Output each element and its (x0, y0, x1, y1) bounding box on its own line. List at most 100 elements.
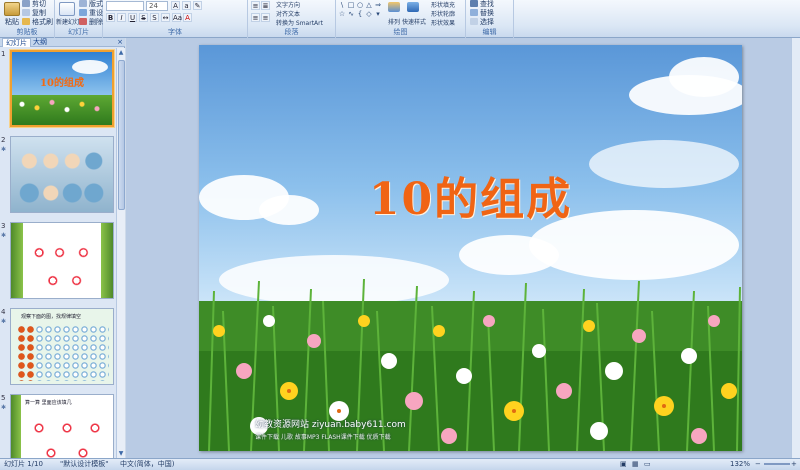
view-normal-icon[interactable]: ▣ (620, 459, 627, 470)
align-text-button[interactable]: 对齐文本 (276, 10, 300, 19)
tab-slides[interactable]: 幻灯片 (2, 38, 31, 47)
strikethrough-icon[interactable]: S (139, 13, 148, 22)
language-indicator[interactable]: 中文(简体，中国) (120, 459, 174, 470)
delete-slide-button[interactable]: 删除 (79, 18, 103, 27)
text-direction-button[interactable]: 文字方向 (276, 1, 300, 10)
zoom-slider[interactable] (764, 463, 790, 465)
thumbnail-row: 4 ✱ 观察下面的图，找规律填空 (0, 306, 116, 386)
replace-button[interactable]: 替换 (470, 9, 494, 18)
align-left-icon[interactable]: ≡ (251, 13, 260, 22)
clear-format-icon[interactable]: ✎ (193, 1, 202, 10)
bold-icon[interactable]: B (106, 13, 115, 22)
find-button[interactable]: 查找 (470, 0, 494, 9)
brace-shape-icon[interactable]: { (356, 10, 364, 18)
thumbnail-row: 2 ✱ (0, 134, 116, 214)
thumbnail-slide-1[interactable]: 10的组成 (10, 50, 114, 127)
italic-icon[interactable]: I (117, 13, 126, 22)
thumbnail-row: 5 ✱ 算一算 里面应该填几 (0, 392, 116, 458)
thumbnail-scrollbar[interactable]: ▲ ▼ (116, 48, 125, 458)
scissors-icon (22, 0, 30, 7)
thumb-number-bonds (27, 413, 107, 458)
close-icon[interactable]: × (117, 38, 123, 47)
rect-shape-icon[interactable]: □ (347, 1, 355, 9)
arrow-shape-icon[interactable]: ⇒ (374, 1, 382, 9)
scroll-down-icon[interactable]: ▼ (117, 449, 125, 458)
thumbnail-list: 1 10的组成 2 ✱ 3 ✱ 4 ✱ 观察下面的图，找规律填空 5 ✱ 算一算… (0, 48, 116, 458)
numbering-icon[interactable]: ≣ (261, 1, 270, 10)
zoom-level[interactable]: 132% (730, 459, 750, 470)
slide-editor: 10的组成 幼教资源网站 ziyuan.baby611.com 课件下载 儿歌 … (126, 38, 800, 458)
zoom-out-icon[interactable]: − (755, 459, 761, 470)
thumbnail-number: 2 (1, 136, 6, 144)
thumb-title: 10的组成 (40, 78, 84, 89)
thumbnail-slide-2[interactable] (10, 136, 114, 213)
animation-star-icon: ✱ (1, 318, 7, 325)
animation-star-icon: ✱ (1, 232, 7, 239)
delete-icon (79, 18, 87, 25)
quick-styles-icon[interactable] (407, 2, 419, 12)
font-color-icon[interactable]: A (183, 13, 192, 22)
copy-icon (22, 9, 30, 16)
slide-canvas[interactable]: 10的组成 幼教资源网站 ziyuan.baby611.com 课件下载 儿歌 … (199, 45, 742, 451)
zoom-in-icon[interactable]: + (791, 459, 797, 470)
group-label-clipboard: 剪贴板 (16, 28, 38, 36)
animation-star-icon: ✱ (1, 146, 7, 153)
tab-outline[interactable]: 大纲 (30, 38, 50, 47)
slide-title[interactable]: 10的组成 (199, 163, 742, 227)
more-shapes-icon[interactable]: ▾ (374, 10, 382, 18)
editor-scrollbar[interactable] (791, 38, 800, 458)
paste-icon[interactable] (4, 2, 20, 16)
view-sorter-icon[interactable]: ▦ (632, 459, 639, 470)
line-shape-icon[interactable]: \ (338, 1, 346, 9)
thumbnail-slide-3[interactable] (10, 222, 114, 299)
spacing-icon[interactable]: ↔ (161, 13, 170, 22)
ribbon-group-font: 24 A a ✎ B I U S S ↔ Aa A 字体 (103, 0, 248, 38)
font-name-combo[interactable] (106, 1, 144, 11)
new-slide-icon[interactable] (59, 2, 75, 16)
thumbnail-row: 3 ✱ (0, 220, 116, 300)
change-case-icon[interactable]: Aa (172, 13, 182, 22)
theme-name: "默认设计模板" (60, 460, 109, 468)
reset-button[interactable]: 重设 (79, 9, 103, 18)
slide-counter: 幻灯片 1/10 (4, 460, 43, 468)
layout-button[interactable]: 版式 (79, 0, 103, 9)
font-size-combo[interactable]: 24 (146, 1, 168, 11)
grow-font-icon[interactable]: A (171, 1, 180, 10)
callout-shape-icon[interactable]: ◇ (365, 10, 373, 18)
copy-button[interactable]: 复制 (22, 9, 46, 18)
shrink-font-icon[interactable]: a (182, 1, 191, 10)
select-button[interactable]: 选择 (470, 18, 494, 27)
thumb-hands-row (19, 181, 105, 205)
thumbnail-slide-5[interactable]: 算一算 里面应该填几 (10, 394, 114, 458)
thumb-caption: 算一算 里面应该填几 (25, 400, 72, 406)
curve-shape-icon[interactable]: ∿ (347, 10, 355, 18)
format-painter-button[interactable]: 格式刷 (22, 18, 53, 27)
thumb-cloud (72, 60, 108, 74)
shape-fill-button[interactable]: 形状填充 (431, 1, 455, 10)
bullets-icon[interactable]: ≡ (251, 1, 260, 10)
underline-icon[interactable]: U (128, 13, 137, 22)
ribbon-group-editing: 查找 替换 选择 编辑 (466, 0, 514, 38)
star-shape-icon[interactable]: ☆ (338, 10, 346, 18)
thumbnail-slide-4[interactable]: 观察下面的图，找规律填空 (10, 308, 114, 385)
arrange-button[interactable]: 排列 (388, 18, 400, 27)
scroll-up-icon[interactable]: ▲ (117, 48, 125, 57)
oval-shape-icon[interactable]: ○ (356, 1, 364, 9)
group-label-drawing: 绘图 (393, 28, 408, 36)
view-slideshow-icon[interactable]: ▭ (644, 459, 651, 470)
thumbnail-number: 4 (1, 308, 6, 316)
brush-icon (22, 18, 30, 25)
triangle-shape-icon[interactable]: △ (365, 1, 373, 9)
scrollbar-thumb[interactable] (118, 60, 125, 210)
align-center-icon[interactable]: ≡ (261, 13, 270, 22)
group-label-paragraph: 段落 (284, 28, 299, 36)
cut-button[interactable]: 剪切 (22, 0, 46, 9)
shape-outline-button[interactable]: 形状轮廓 (431, 10, 455, 19)
arrange-icon[interactable] (388, 2, 400, 12)
shadow-icon[interactable]: S (150, 13, 159, 22)
quick-styles-button[interactable]: 快速样式 (402, 18, 426, 27)
thumb-dot-red (17, 325, 35, 381)
ribbon-group-clipboard: 粘贴 剪切 复制 格式刷 剪贴板 (0, 0, 55, 38)
ribbon: 粘贴 剪切 复制 格式刷 剪贴板 新建幻灯片 版式 重设 删除 幻灯片 24 A… (0, 0, 800, 38)
paste-button[interactable]: 粘贴 (5, 18, 19, 27)
